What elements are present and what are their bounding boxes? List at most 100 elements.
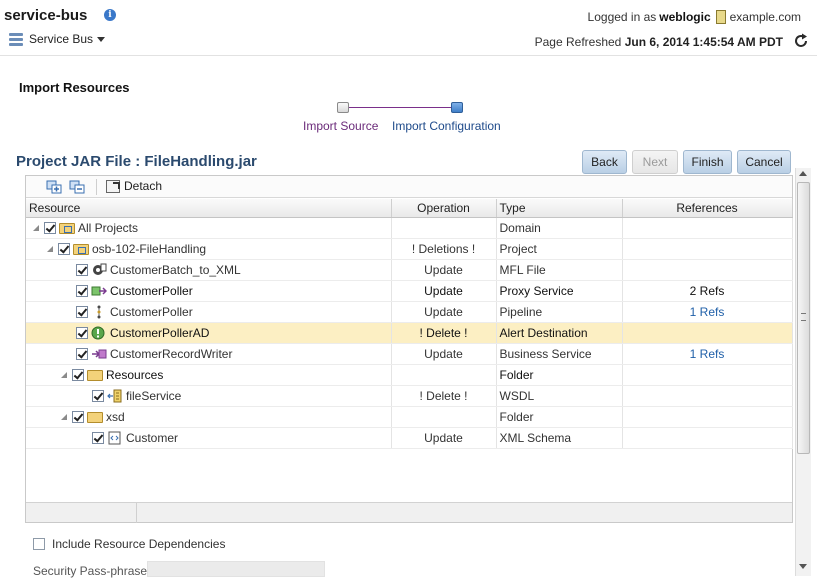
folder-icon [87,370,103,381]
column-header-resource[interactable]: Resource [26,199,392,218]
row-checkbox[interactable] [72,368,84,381]
mfl-file-icon [93,263,107,275]
type-cell: MFL File [496,259,623,281]
train-stop-import-source[interactable] [337,102,349,113]
row-checkbox[interactable] [76,305,88,318]
resource-name: Resources [106,367,164,382]
proxy-service-icon [91,286,107,295]
references-link[interactable]: 1 Refs [622,301,793,323]
folder-icon [87,412,103,423]
type-cell: WSDL [496,385,623,407]
scrollbar-divider [136,503,137,523]
type-cell: Pipeline [496,301,623,323]
row-checkbox[interactable] [76,263,88,276]
user-name[interactable]: weblogic [659,10,710,24]
include-dependencies-label: Include Resource Dependencies [52,537,226,551]
table-row[interactable]: osb-102-FileHandling ! Deletions ! Proje… [26,238,793,260]
page-refreshed: Page Refreshed Jun 6, 2014 1:45:54 AM PD… [535,35,783,49]
toolbar-separator [96,179,97,195]
info-icon[interactable]: i [104,9,116,21]
resource-name: CustomerPoller [110,304,193,319]
cancel-button[interactable]: Cancel [737,150,791,174]
table-row[interactable]: CustomerPoller Update Proxy Service 2 Re… [26,280,793,302]
table-row[interactable]: CustomerBatch_to_XML Update MFL File [26,259,793,281]
resource-name: CustomerPoller [110,283,193,298]
service-bus-menu-label: Service Bus [29,32,94,46]
expand-toggle-icon[interactable] [61,413,67,420]
type-cell: Proxy Service [496,280,623,302]
service-bus-menu[interactable]: Service Bus [9,31,106,47]
references-link[interactable]: 2 Refs [622,280,793,302]
detach-icon [106,179,120,193]
type-cell: Folder [496,364,623,386]
project-folder-icon [73,244,89,255]
table-row-selected[interactable]: CustomerPollerAD ! Delete ! Alert Destin… [26,322,793,344]
expand-toggle-icon[interactable] [61,371,67,378]
resource-name: Customer [126,430,179,445]
type-cell: XML Schema [496,427,623,449]
references-cell [622,322,793,344]
table-row[interactable]: All Projects Domain [26,217,793,239]
section-title: Project JAR File : FileHandling.jar [16,153,257,170]
row-checkbox[interactable] [72,410,84,423]
type-cell: Alert Destination [496,322,623,344]
login-info: Logged in as weblogic example.com [588,10,801,24]
train-label-import-source[interactable]: Import Source [303,119,378,133]
wizard-train: Import Source Import Configuration [300,100,530,140]
domain-name: example.com [729,10,801,24]
row-checkbox[interactable] [44,221,56,234]
table-row[interactable]: CustomerPoller Update Pipeline 1 Refs [26,301,793,323]
table-row[interactable]: xsd Folder [26,406,793,428]
row-checkbox[interactable] [58,242,70,255]
resource-name: fileService [126,388,182,403]
passphrase-label: Security Pass-phrase [33,564,148,578]
table-row[interactable]: fileService ! Delete ! WSDL [26,385,793,407]
train-label-import-configuration: Import Configuration [392,119,501,133]
table-row[interactable]: Resources Folder [26,364,793,386]
row-checkbox[interactable] [92,389,104,402]
resource-name: CustomerBatch_to_XML [110,262,241,277]
row-checkbox[interactable] [76,326,88,339]
domain-folder-icon [59,223,75,234]
detach-button[interactable]: Detach [106,179,162,193]
logged-in-prefix: Logged in as [587,10,657,24]
operation-cell: Update [391,259,497,281]
column-header-operation[interactable]: Operation [391,199,497,218]
references-cell [622,217,793,239]
row-checkbox[interactable] [76,284,88,297]
scroll-up-icon[interactable] [799,171,807,176]
scrollbar-thumb[interactable] [797,182,810,454]
page-scrollbar[interactable] [795,168,811,576]
include-dependencies-option[interactable]: Include Resource Dependencies [33,537,225,551]
expand-toggle-icon[interactable] [33,224,39,231]
operation-cell [391,406,497,428]
tree-toolbar: Detach [26,176,792,198]
column-header-references[interactable]: References [622,199,793,218]
refresh-icon[interactable] [793,33,809,49]
wsdl-icon [107,389,122,402]
operation-cell: ! Deletions ! [391,238,497,260]
app-title: service-bus [4,7,88,24]
table-row[interactable]: Customer Update XML Schema [26,427,793,449]
passphrase-field[interactable] [147,561,325,577]
collapse-all-icon[interactable] [69,180,85,194]
expand-all-icon[interactable] [46,180,62,194]
type-cell: Business Service [496,343,623,365]
expand-toggle-icon[interactable] [47,245,53,252]
row-checkbox[interactable] [76,347,88,360]
pipeline-icon [97,305,101,318]
service-bus-icon [9,32,23,46]
table-row[interactable]: CustomerRecordWriter Update Business Ser… [26,343,793,365]
back-button[interactable]: Back [582,150,627,174]
row-checkbox[interactable] [92,431,104,444]
scroll-down-icon[interactable] [799,564,807,569]
horizontal-scrollbar[interactable] [26,502,792,523]
references-link[interactable]: 1 Refs [622,343,793,365]
alert-destination-icon [91,326,105,339]
refreshed-time: Jun 6, 2014 1:45:54 AM PDT [624,35,783,49]
include-dependencies-checkbox[interactable] [33,538,45,550]
finish-button[interactable]: Finish [683,150,732,174]
operation-cell: ! Delete ! [391,385,497,407]
train-stop-import-configuration [451,102,463,113]
column-header-type[interactable]: Type [496,199,623,218]
